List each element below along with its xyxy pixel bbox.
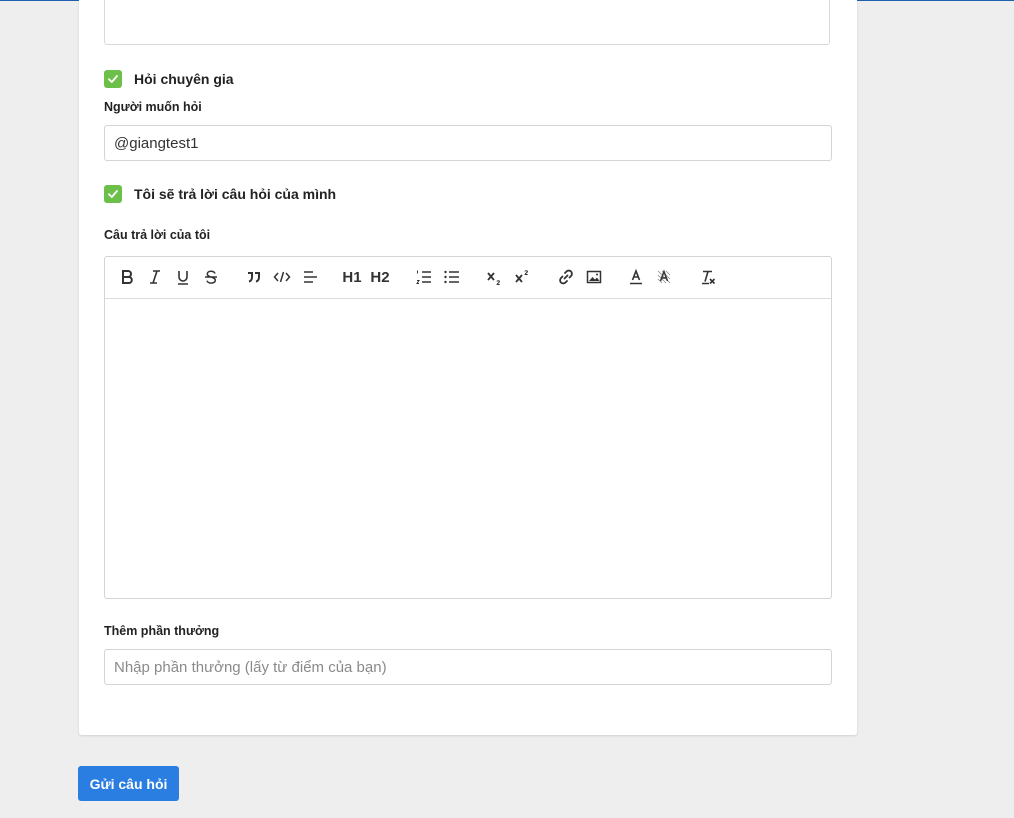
underline-icon[interactable]	[172, 266, 194, 288]
reward-label: Thêm phần thưởng	[104, 624, 220, 638]
italic-icon[interactable]	[144, 266, 166, 288]
ordered-list-icon[interactable]	[413, 266, 435, 288]
header-2-icon[interactable]: H2	[369, 266, 391, 288]
self-answer-label: Tôi sẽ trả lời câu hỏi của mình	[134, 186, 337, 202]
link-icon[interactable]	[555, 266, 577, 288]
target-user-input[interactable]	[104, 125, 832, 161]
subscript-icon[interactable]	[483, 266, 505, 288]
check-icon	[108, 75, 118, 83]
self-answer-checkbox[interactable]	[104, 185, 122, 203]
answer-editor: H1 H2	[104, 256, 832, 599]
submit-question-button[interactable]: Gửi câu hỏi	[78, 766, 179, 801]
align-icon[interactable]	[299, 266, 321, 288]
ask-expert-label: Hỏi chuyên gia	[134, 71, 234, 87]
question-form-card: Hỏi chuyên gia Người muốn hỏi Tôi sẽ trả…	[79, 0, 857, 735]
text-color-icon[interactable]	[625, 266, 647, 288]
editor-content-area[interactable]	[105, 298, 831, 598]
target-user-label: Người muốn hỏi	[104, 100, 202, 114]
previous-text-area[interactable]	[104, 0, 830, 45]
superscript-icon[interactable]	[511, 266, 533, 288]
editor-toolbar: H1 H2	[105, 257, 831, 299]
blockquote-icon[interactable]	[243, 266, 265, 288]
ask-expert-checkbox[interactable]	[104, 70, 122, 88]
ask-expert-row[interactable]: Hỏi chuyên gia	[104, 70, 234, 88]
bullet-list-icon[interactable]	[441, 266, 463, 288]
image-icon[interactable]	[583, 266, 605, 288]
bold-icon[interactable]	[116, 266, 138, 288]
reward-input[interactable]	[104, 649, 832, 685]
background-color-icon[interactable]	[653, 266, 675, 288]
check-icon	[108, 190, 118, 198]
header-1-icon[interactable]: H1	[341, 266, 363, 288]
answer-label: Câu trả lời của tôi	[104, 228, 211, 242]
code-icon[interactable]	[271, 266, 293, 288]
clear-format-icon[interactable]	[697, 266, 719, 288]
self-answer-row[interactable]: Tôi sẽ trả lời câu hỏi của mình	[104, 185, 336, 203]
strike-icon[interactable]	[200, 266, 222, 288]
